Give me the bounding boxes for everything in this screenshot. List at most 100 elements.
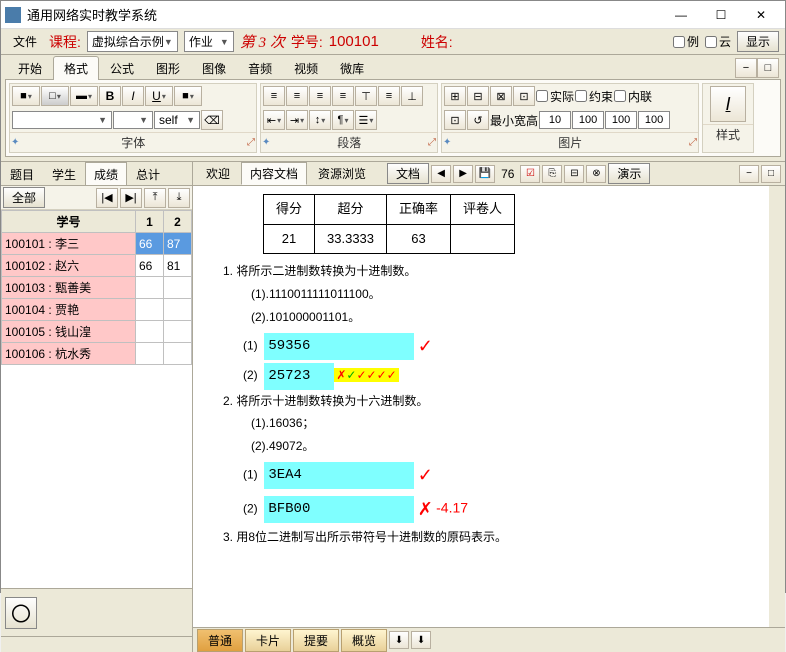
wand-icon[interactable]: ✦ bbox=[11, 137, 19, 148]
italic-icon[interactable]: I bbox=[122, 86, 144, 106]
table-row[interactable]: 100102 : 赵六6681 bbox=[2, 255, 192, 277]
table-row[interactable]: 100104 : 贾艳 bbox=[2, 299, 192, 321]
inline-checkbox[interactable]: 内联 bbox=[614, 88, 652, 105]
box-icon[interactable]: ■ bbox=[174, 86, 202, 106]
font-color-icon[interactable]: ■ bbox=[12, 86, 40, 106]
align-left-icon[interactable]: ≡ bbox=[263, 86, 285, 106]
panel-min-icon[interactable]: − bbox=[739, 165, 759, 183]
col-2[interactable]: 2 bbox=[164, 211, 192, 233]
font-size-select[interactable] bbox=[113, 111, 153, 129]
expand-icon[interactable]: ⤢ bbox=[247, 137, 255, 148]
circle-button[interactable]: 〇 bbox=[5, 597, 37, 629]
table-row[interactable]: 100106 : 杭水秀 bbox=[2, 343, 192, 365]
indent-right-icon[interactable]: ⇥ bbox=[286, 110, 308, 130]
line-space-icon[interactable]: ↕ bbox=[309, 110, 331, 130]
list-icon[interactable]: ☰ bbox=[355, 110, 377, 130]
bold-icon[interactable]: B bbox=[99, 86, 121, 106]
tab-total[interactable]: 总计 bbox=[127, 162, 169, 185]
document-viewport[interactable]: 得分超分正确率评卷人 2133.333363 1. 将所示二进制数转换为十进制数… bbox=[193, 186, 785, 628]
font-bg-icon[interactable]: □ bbox=[41, 86, 69, 106]
tab-formula[interactable]: 公式 bbox=[99, 56, 145, 80]
tab-scores[interactable]: 成绩 bbox=[85, 162, 127, 185]
col-id[interactable]: 学号 bbox=[2, 211, 136, 233]
tab-students[interactable]: 学生 bbox=[43, 162, 85, 185]
present-button[interactable]: 演示 bbox=[608, 163, 650, 184]
tab-card[interactable]: 卡片 bbox=[245, 629, 291, 652]
panel-max-icon[interactable]: □ bbox=[761, 165, 781, 183]
tab-content[interactable]: 内容文档 bbox=[241, 162, 307, 185]
doc-copy-icon[interactable]: ⎘ bbox=[542, 165, 562, 183]
min-h-input[interactable] bbox=[572, 111, 604, 129]
first-icon[interactable]: |◀ bbox=[96, 188, 118, 208]
tab-start[interactable]: 开始 bbox=[7, 56, 53, 80]
doc-next-icon[interactable]: ▶ bbox=[453, 165, 473, 183]
style-button[interactable]: I bbox=[710, 86, 746, 122]
reset-icon[interactable]: ↺ bbox=[467, 110, 489, 130]
para-space-icon[interactable]: ¶ bbox=[332, 110, 354, 130]
menu-file[interactable]: 文件 bbox=[7, 31, 43, 52]
underline-icon[interactable]: U bbox=[145, 86, 173, 106]
archive-button[interactable]: 文档 bbox=[387, 163, 429, 184]
tab-resource[interactable]: 资源浏览 bbox=[309, 162, 375, 185]
doc-check-icon[interactable]: ☑ bbox=[520, 165, 540, 183]
table-row[interactable]: 100101 : 李三6687 bbox=[2, 233, 192, 255]
doc-close-icon[interactable]: ⊗ bbox=[586, 165, 606, 183]
prev-icon[interactable]: ▶| bbox=[120, 188, 142, 208]
indent-left-icon[interactable]: ⇤ bbox=[263, 110, 285, 130]
download-icon[interactable]: ⬇ bbox=[389, 631, 409, 649]
clear-format-icon[interactable]: ⌫ bbox=[201, 110, 223, 130]
score-grid[interactable]: 学号12 100101 : 李三6687 100102 : 赵六6681 100… bbox=[1, 210, 192, 588]
align-right-icon[interactable]: ≡ bbox=[309, 86, 331, 106]
maximize-button[interactable]: ☐ bbox=[701, 3, 741, 27]
tab-welcome[interactable]: 欢迎 bbox=[197, 162, 239, 185]
table-row[interactable]: 100105 : 钱山湟 bbox=[2, 321, 192, 343]
max-w-input[interactable] bbox=[605, 111, 637, 129]
upload-icon[interactable]: ⬇ bbox=[411, 631, 431, 649]
min-w-input[interactable] bbox=[539, 111, 571, 129]
all-button[interactable]: 全部 bbox=[3, 187, 45, 208]
tab-lib[interactable]: 微库 bbox=[329, 56, 375, 80]
left-hscroll[interactable] bbox=[1, 636, 192, 652]
font-family-select[interactable] bbox=[12, 111, 112, 129]
expand-icon[interactable]: ⤢ bbox=[428, 137, 436, 148]
constrain-checkbox[interactable]: 约束 bbox=[575, 88, 613, 105]
tab-questions[interactable]: 题目 bbox=[1, 162, 43, 185]
wand-icon[interactable]: ✦ bbox=[443, 137, 451, 148]
tab-audio[interactable]: 音频 bbox=[237, 56, 283, 80]
pic-h1-icon[interactable]: ⊞ bbox=[444, 86, 466, 106]
tab-shape[interactable]: 图形 bbox=[145, 56, 191, 80]
ribbon-max-icon[interactable]: □ bbox=[757, 58, 779, 78]
pic-h4-icon[interactable]: ⊡ bbox=[513, 86, 535, 106]
cloud-checkbox[interactable]: 云 bbox=[705, 33, 731, 50]
tab-image[interactable]: 图像 bbox=[191, 56, 237, 80]
max-h-input[interactable] bbox=[638, 111, 670, 129]
example-checkbox[interactable]: 例 bbox=[673, 33, 699, 50]
wand-icon[interactable]: ✦ bbox=[262, 137, 270, 148]
homework-select[interactable]: 作业 bbox=[184, 31, 234, 52]
valign-mid-icon[interactable]: ≡ bbox=[378, 86, 400, 106]
tab-summary[interactable]: 提要 bbox=[293, 629, 339, 652]
tab-normal[interactable]: 普通 bbox=[197, 629, 243, 652]
pic-h2-icon[interactable]: ⊟ bbox=[467, 86, 489, 106]
pic-h3-icon[interactable]: ⊠ bbox=[490, 86, 512, 106]
doc-prev-icon[interactable]: ◀ bbox=[431, 165, 451, 183]
valign-top-icon[interactable]: ⊤ bbox=[355, 86, 377, 106]
font-line-icon[interactable]: ▬ bbox=[70, 86, 98, 106]
expand-icon[interactable]: ⤢ bbox=[689, 137, 697, 148]
align-center-icon[interactable]: ≡ bbox=[286, 86, 308, 106]
align-justify-icon[interactable]: ≡ bbox=[332, 86, 354, 106]
course-select[interactable]: 虚拟综合示例 bbox=[87, 31, 178, 52]
doc-save-icon[interactable]: 💾 bbox=[475, 165, 495, 183]
close-button[interactable]: ✕ bbox=[741, 3, 781, 27]
show-button[interactable]: 显示 bbox=[737, 31, 779, 52]
doc-del-icon[interactable]: ⊟ bbox=[564, 165, 584, 183]
real-checkbox[interactable]: 实际 bbox=[536, 88, 574, 105]
crop-icon[interactable]: ⊡ bbox=[444, 110, 466, 130]
tab-format[interactable]: 格式 bbox=[53, 56, 99, 80]
tab-video[interactable]: 视频 bbox=[283, 56, 329, 80]
minimize-button[interactable]: — bbox=[661, 3, 701, 27]
vertical-scrollbar[interactable] bbox=[769, 186, 785, 627]
self-select[interactable]: self bbox=[154, 111, 200, 129]
table-row[interactable]: 100103 : 甄善美 bbox=[2, 277, 192, 299]
tab-overview[interactable]: 概览 bbox=[341, 629, 387, 652]
